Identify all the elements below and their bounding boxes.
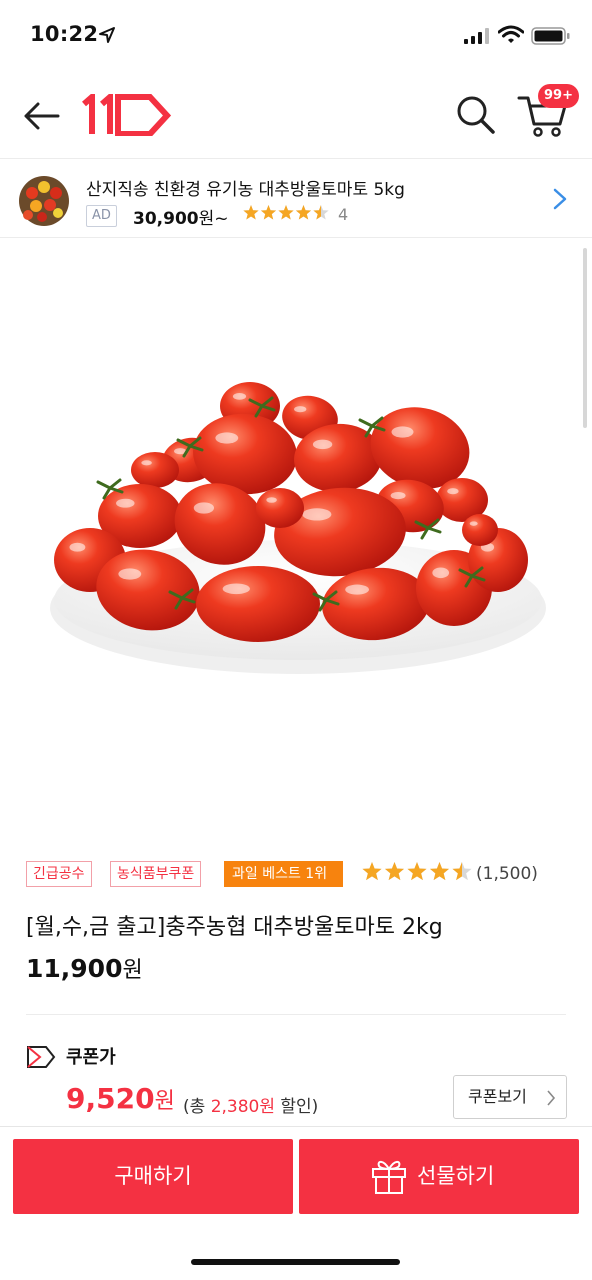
star-filled [407,862,427,881]
bottom-action-bar: 구매하기 선물하기 [0,1126,592,1280]
ad-price-suffix: 원~ [198,209,229,229]
tomato-highlight [215,432,239,444]
status-bar: 10:22 [0,0,592,72]
product-image[interactable] [0,238,592,838]
cart-count-badge: 99+ [538,84,579,108]
review-count[interactable]: (1,500) [476,864,538,884]
badge-best-seller: 과일 베스트 1위 [224,861,344,887]
tomato-highlight [141,460,152,466]
divider [26,1014,566,1015]
ad-price: 30,900원~ [133,204,229,229]
discount-prefix: (총 [183,1097,211,1117]
cellular-signal-icon [464,28,489,44]
badge-urgent: 긴급공수 [26,861,92,887]
badge-best-label: 과일 베스트 1위 [232,866,328,882]
product-price: 11,900원 [26,952,143,984]
search-icon[interactable] [455,94,497,136]
tomato-highlight [312,439,333,450]
tomato-highlight [232,393,247,400]
star-filled [243,205,259,220]
tomato [196,566,320,642]
star-filled [384,862,405,881]
buy-button[interactable]: 구매하기 [13,1139,293,1214]
wifi-icon [498,25,524,43]
tomato-pile [54,382,528,642]
ad-rating-stars [243,205,329,220]
coupon-icon [27,1046,56,1068]
app-header [0,72,592,158]
tomato-highlight [345,584,369,595]
tomato-highlight [294,406,307,413]
ad-title: 산지직송 친환경 유기농 대추방울토마토 5kg [86,180,405,200]
back-arrow-icon[interactable] [22,96,62,136]
coupon-view-button[interactable]: 쿠폰보기 [453,1075,567,1119]
ad-label: AD [86,205,117,227]
star-filled [278,205,294,220]
badge-coupon: 농식품부쿠폰 [110,861,202,887]
coupon-view-label: 쿠폰보기 [468,1087,527,1106]
discount-amount: 2,380원 [210,1097,275,1117]
tomato-highlight [432,567,450,579]
ad-rating-count: 4 [338,205,349,224]
star-filled [295,205,312,220]
tomato-highlight [118,568,142,580]
battery-icon [531,27,570,45]
status-time: 10:22 [30,22,99,46]
badge-arrow-icon [329,861,344,887]
tomato-highlight [193,502,215,514]
tomato-highlight [390,491,406,500]
tomato-highlight [447,488,459,495]
coupon-price-label: 쿠폰가 [66,1047,116,1068]
coupon-discount: (총 2,380원 할인) [183,1092,318,1117]
tomato [131,452,179,488]
product-title: [월,수,금 출고]충주농협 대추방울토마토 2kg [26,915,443,940]
tomato-highlight [116,498,135,508]
coupon-price-value: 9,520 [66,1082,155,1115]
discount-suffix: 할인) [275,1097,319,1117]
tomato [256,488,304,528]
star-filled [362,862,382,881]
coupon-price-unit: 원 [154,1089,175,1114]
product-price-unit: 원 [122,958,143,983]
product-price-value: 11,900 [26,954,123,983]
coupon-price: 9,520원 [66,1082,175,1115]
chevron-right-icon [547,1090,556,1106]
tomato-highlight [222,583,250,595]
chevron-right-icon [553,188,567,210]
location-arrow-icon [99,27,115,43]
tomato [462,514,498,546]
11st-logo[interactable] [80,94,172,136]
ad-banner[interactable]: 산지직송 친환경 유기농 대추방울토마토 5kg AD 30,900원~ 4 [0,158,592,238]
ad-price-value: 30,900 [133,209,199,229]
gift-icon [372,1160,406,1194]
product-rating-stars [362,862,472,881]
star-filled [429,862,450,881]
star-filled [260,205,277,220]
ad-product-thumbnail [19,176,69,226]
tomato-highlight [69,542,86,552]
home-indicator [191,1259,400,1265]
tomato-highlight [302,508,332,521]
tomato-highlight [469,521,478,526]
gift-label: 선물하기 [417,1164,495,1188]
tomato-highlight [266,497,277,503]
tomato-highlight [391,426,414,438]
gift-button[interactable]: 선물하기 [299,1139,579,1214]
